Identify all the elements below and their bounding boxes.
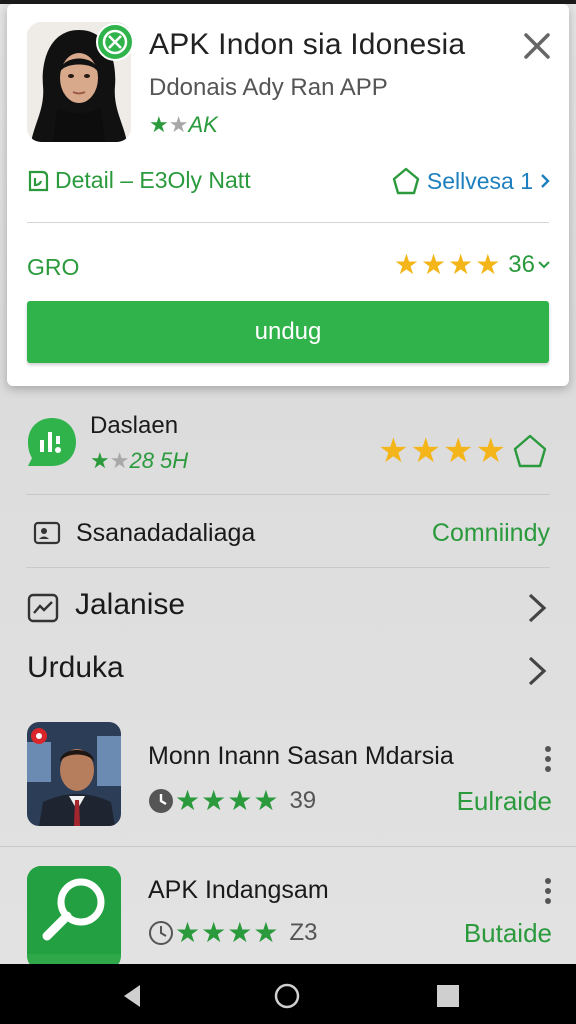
app-action-button[interactable]: Butaide bbox=[464, 918, 552, 949]
star-outline-icon bbox=[392, 167, 420, 195]
rating-star-icon: ★ bbox=[475, 431, 506, 471]
back-icon[interactable] bbox=[118, 982, 146, 1010]
service-link-label: Sellvesa 1 bbox=[426, 167, 533, 194]
rating-count: 36 bbox=[508, 251, 535, 278]
meta-star-dim: ★ bbox=[109, 448, 130, 473]
rating-star-icon: ★ bbox=[227, 916, 253, 949]
app-badge: ★★AK bbox=[149, 112, 218, 138]
rating-count: Z3 bbox=[289, 918, 318, 946]
service-link[interactable]: Sellvesa 1 bbox=[391, 167, 551, 195]
chevron-right-icon bbox=[528, 656, 547, 686]
rating-star-icon: ★ bbox=[175, 916, 201, 949]
detail-link-label: Detail – E3Oly Natt bbox=[55, 167, 251, 193]
rating-star-icon: ★ bbox=[201, 916, 227, 949]
rating-star-icon: ★ bbox=[393, 248, 419, 281]
app-action-button[interactable]: Eulraide bbox=[457, 786, 552, 817]
rating-star-icon: ★ bbox=[201, 784, 227, 817]
app-title: APK Indon sia Idonesia bbox=[149, 28, 466, 61]
chevron-down-icon bbox=[538, 261, 550, 269]
close-button[interactable] bbox=[517, 26, 557, 66]
rating-star-icon: ★ bbox=[253, 916, 279, 949]
meta-text: 28 5H bbox=[129, 448, 189, 473]
meta-star-primary: ★ bbox=[90, 448, 110, 473]
rating-star-icon: ★ bbox=[378, 431, 409, 471]
app-rating: ★ ★ ★ ★ bbox=[378, 434, 548, 468]
close-icon bbox=[524, 33, 550, 59]
chart-icon bbox=[27, 593, 59, 623]
nav-row-label: Urduka bbox=[27, 651, 124, 684]
rating-star-icon: ★ bbox=[448, 248, 474, 281]
rating-star-icon: ★ bbox=[227, 784, 253, 817]
app-rating: ★ ★ ★ ★ 39 bbox=[148, 784, 316, 817]
user-row-label: Ssanadadaliaga bbox=[76, 519, 256, 547]
rating-star-icon: ★ bbox=[253, 784, 279, 817]
app-rating: ★ ★ ★ ★ Z3 bbox=[148, 916, 317, 949]
chat-bubble-icon bbox=[26, 416, 78, 468]
app-name: Daslaen bbox=[90, 412, 179, 439]
nav-row-urduka[interactable]: Urduka bbox=[0, 645, 576, 699]
system-nav-bar bbox=[0, 964, 576, 1024]
star-outline-icon[interactable] bbox=[512, 434, 548, 468]
more-vert-icon[interactable] bbox=[544, 878, 552, 904]
chevron-right-icon bbox=[528, 593, 547, 623]
chevron-right-icon bbox=[541, 174, 550, 188]
recents-icon[interactable] bbox=[434, 982, 462, 1010]
app-list-item[interactable]: Daslaen ★★28 5H ★ ★ ★ ★ bbox=[0, 400, 576, 492]
rating-star-icon: ★ bbox=[175, 784, 201, 817]
badge-star-dim: ★ bbox=[168, 112, 189, 137]
content-rating: GRO bbox=[27, 254, 80, 280]
rating-count: 39 bbox=[289, 786, 317, 814]
document-icon bbox=[28, 170, 49, 191]
app-list-item[interactable]: Monn Inann Sasan Mdarsia ★ ★ ★ ★ 39 Eulr… bbox=[0, 722, 576, 838]
rating-star-icon: ★ bbox=[443, 431, 474, 471]
app-name: Monn Inann Sasan Mdarsia bbox=[148, 742, 454, 770]
card-divider bbox=[27, 222, 549, 223]
clock-icon bbox=[149, 788, 173, 813]
detail-link[interactable]: Detail – E3Oly Natt bbox=[27, 167, 251, 194]
nav-row-jalanise[interactable]: Jalanise bbox=[0, 582, 576, 636]
list-divider bbox=[26, 567, 550, 568]
install-button[interactable]: undug bbox=[27, 301, 549, 363]
rating-summary[interactable]: ★ ★ ★ ★ 36 bbox=[394, 251, 551, 279]
app-name: APK Indangsam bbox=[148, 876, 329, 904]
badge-star-primary: ★ bbox=[149, 112, 169, 137]
id-card-icon bbox=[33, 521, 61, 545]
list-divider bbox=[26, 494, 550, 495]
badge-text: AK bbox=[188, 112, 218, 137]
community-link[interactable]: Comniindy bbox=[432, 519, 550, 548]
more-vert-icon[interactable] bbox=[544, 746, 552, 772]
rating-star-icon: ★ bbox=[420, 248, 447, 281]
rating-star-icon: ★ bbox=[475, 248, 501, 281]
check-circle-icon bbox=[95, 22, 135, 62]
app-detail-card: APK Indon sia Idonesia Ddonais Ady Ran A… bbox=[7, 4, 569, 386]
app-thumbnail bbox=[27, 722, 121, 826]
list-divider bbox=[0, 846, 576, 847]
app-meta: ★★28 5H bbox=[90, 448, 188, 474]
nav-row-label: Jalanise bbox=[75, 588, 186, 621]
clock-icon bbox=[149, 920, 173, 945]
home-icon[interactable] bbox=[273, 982, 301, 1010]
rating-star-icon: ★ bbox=[410, 431, 442, 471]
user-row[interactable]: Ssanadadaliaga Comniindy bbox=[0, 505, 576, 563]
search-icon bbox=[27, 866, 121, 970]
app-developer: Ddonais Ady Ran APP bbox=[149, 74, 388, 101]
